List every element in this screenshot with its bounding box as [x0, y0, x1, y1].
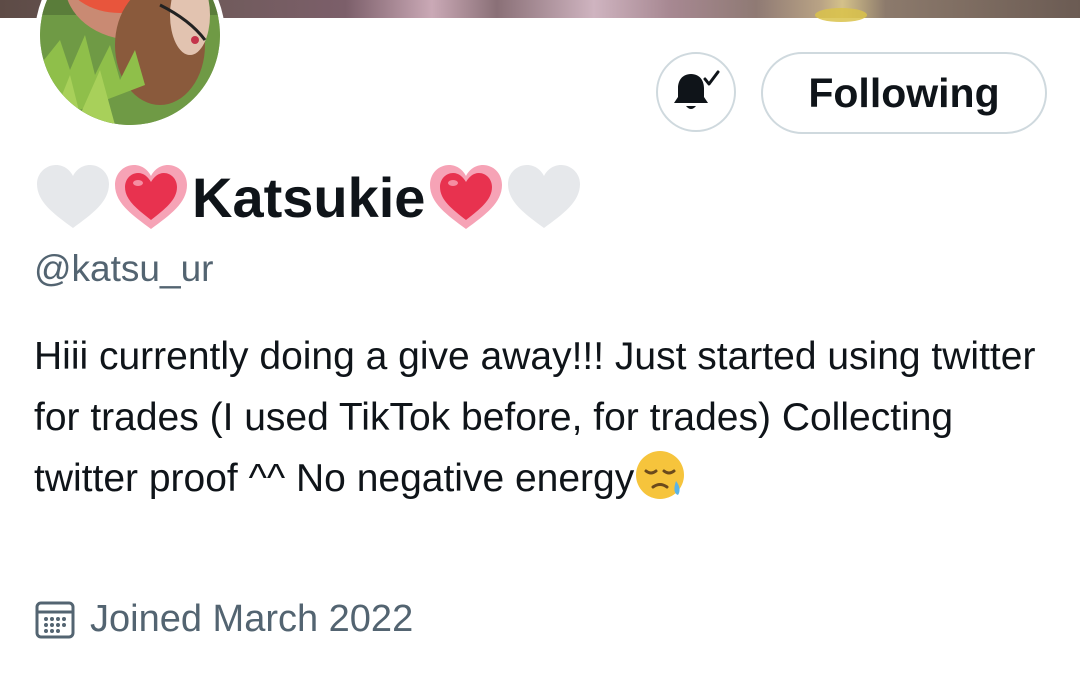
join-date: Joined March 2022 — [34, 598, 413, 641]
user-handle: @katsu_ur — [34, 248, 214, 289]
glowing-heart-icon — [430, 165, 503, 229]
sleepy-face-emoji — [636, 451, 685, 499]
white-heart-icon — [37, 165, 109, 228]
display-name: Katsukie — [192, 165, 426, 229]
following-button[interactable]: Following — [761, 52, 1047, 134]
glowing-heart-icon — [115, 165, 187, 229]
avatar-image — [40, 0, 220, 125]
white-heart-icon — [508, 165, 581, 228]
avatar-picture — [40, 0, 220, 125]
join-date-label: Joined March 2022 — [90, 598, 414, 640]
profile-page: Following Katsukie @katsu_ur Hiii curren… — [0, 0, 1080, 674]
bell-check-icon — [674, 70, 720, 109]
bio-text: Hiii currently doing a give away!!! Just… — [34, 335, 1036, 500]
banner-detail — [815, 8, 867, 22]
profile-bio: Hiii currently doing a give away!!! Just… — [34, 326, 1044, 509]
avatar[interactable] — [35, 0, 225, 130]
following-label: Following — [808, 69, 1000, 116]
calendar-icon — [35, 601, 75, 638]
display-name-row: Katsukie — [34, 160, 583, 234]
notifications-button[interactable] — [656, 52, 736, 132]
